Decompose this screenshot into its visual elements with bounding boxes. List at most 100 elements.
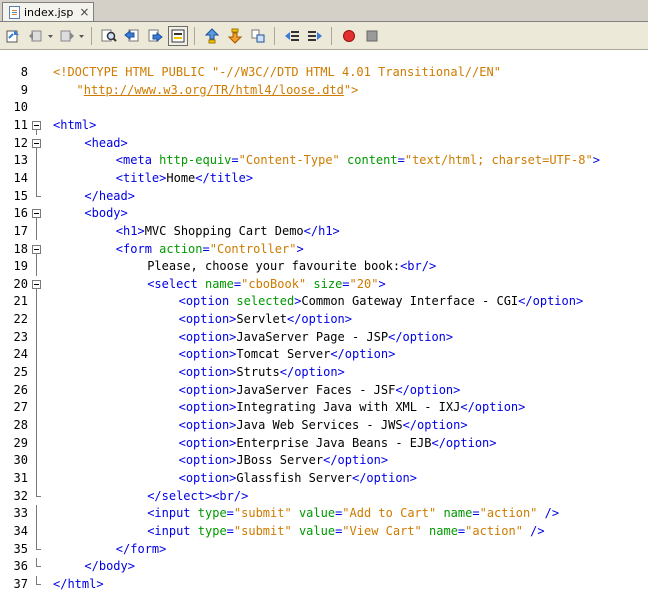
fold-guide <box>32 399 41 417</box>
syntax-token-attr: content <box>347 153 398 168</box>
syntax-token-val: "cboBook" <box>241 276 307 291</box>
syntax-token-attr: value <box>298 523 336 538</box>
syntax-token-tag: <br/> <box>400 259 437 274</box>
code-line: 22 <option>Servlet</option> <box>0 311 648 329</box>
start-macro-icon[interactable] <box>339 26 359 46</box>
syntax-token-tag: <option <box>178 294 237 309</box>
find-next-icon[interactable] <box>145 26 165 46</box>
line-number: 20 <box>13 276 28 291</box>
line-number: 32 <box>13 488 28 503</box>
line-number: 33 <box>13 506 28 521</box>
code-text: <option>Enterprise Java Beans - EJB</opt… <box>179 435 497 453</box>
shift-right-icon[interactable] <box>305 26 325 46</box>
fold-guide <box>32 152 41 170</box>
syntax-token-tag: <option> <box>178 435 237 450</box>
code-text: <h1>MVC Shopping Cart Demo</h1> <box>116 223 340 241</box>
code-line: 10 <box>0 99 648 117</box>
line-number: 19 <box>13 259 28 274</box>
syntax-token-tag: <h1> <box>115 223 145 238</box>
code-line: 15 </head> <box>0 187 648 206</box>
syntax-token-tag: <head> <box>84 135 128 150</box>
line-number: 8 <box>20 65 28 79</box>
code-text: <head> <box>84 135 127 153</box>
code-text: <select name="cboBook" size="20"> <box>147 276 385 294</box>
line-number: 17 <box>13 223 28 238</box>
line-number: 27 <box>13 400 28 415</box>
find-previous-icon[interactable] <box>122 26 142 46</box>
syntax-token-val: "20" <box>349 276 379 291</box>
fold-guide <box>32 505 41 523</box>
toggle-bookmark-icon[interactable] <box>248 26 268 46</box>
syntax-token-val: "submit" <box>233 506 292 521</box>
syntax-token-txt: JavaServer Page - JSP <box>236 329 389 344</box>
line-number: 9 <box>20 82 28 97</box>
fold-guide <box>32 328 41 347</box>
last-edit-icon[interactable] <box>3 26 23 46</box>
next-bookmark-icon[interactable] <box>225 26 245 46</box>
toggle-highlight-icon[interactable] <box>168 25 188 46</box>
back-dropdown-icon[interactable] <box>46 26 54 46</box>
code-line: 14 <title>Home</title> <box>0 169 648 188</box>
code-text: <body> <box>84 205 127 223</box>
syntax-token-tag <box>340 153 347 167</box>
code-line: 31 <option>Glassfish Server</option> <box>0 469 648 488</box>
fold-collapse-icon[interactable] <box>32 276 41 294</box>
syntax-token-tag: <input <box>147 523 198 538</box>
syntax-token-tag: <option> <box>178 382 237 397</box>
previous-bookmark-icon[interactable] <box>202 26 222 46</box>
syntax-token-tag: </option> <box>431 435 497 450</box>
code-text: <html> <box>53 117 96 135</box>
fold-guide <box>32 434 41 453</box>
find-icon[interactable] <box>99 26 119 46</box>
fold-guide <box>32 346 41 365</box>
fold-collapse-icon[interactable] <box>32 135 41 153</box>
syntax-token-val: "Content-Type" <box>238 153 340 168</box>
syntax-token-tag: <option> <box>178 470 237 485</box>
syntax-token-txt: JavaServer Faces - JSF <box>236 382 396 397</box>
syntax-token-val: "action" <box>465 523 523 538</box>
code-editor[interactable]: 8 <!DOCTYPE HTML PUBLIC "-//W3C//DTD HTML… <box>0 62 648 591</box>
shift-left-icon[interactable] <box>282 26 302 46</box>
line-number: 35 <box>13 541 28 556</box>
code-line: 33 <input type="submit" value="Add to Car… <box>0 505 648 523</box>
syntax-token-val: "View Cart" <box>342 523 422 538</box>
toolbar-separator <box>194 26 195 45</box>
syntax-token-tag <box>422 524 429 538</box>
syntax-token-tag: > <box>296 241 304 256</box>
syntax-token-tag: <option> <box>178 312 237 327</box>
forward-icon[interactable] <box>57 26 77 46</box>
stop-macro-icon[interactable] <box>362 26 382 46</box>
syntax-token-txt: Java Web Services - JWS <box>236 418 403 432</box>
close-tab-icon[interactable]: × <box>79 6 89 18</box>
code-text: <option>Tomcat Server</option> <box>179 346 396 364</box>
syntax-token-tag: <body> <box>84 206 128 221</box>
tab-index-jsp[interactable]: index.jsp × <box>2 2 94 21</box>
syntax-token-tag <box>292 524 299 538</box>
syntax-token-url[interactable]: http://www.w3.org/TR/html4/loose.dtd <box>84 83 344 97</box>
syntax-token-tag: = <box>226 506 234 521</box>
back-icon[interactable] <box>26 26 46 46</box>
syntax-token-tag: /> <box>522 523 545 538</box>
syntax-token-tag: > <box>592 153 600 168</box>
fold-collapse-icon[interactable] <box>32 117 41 135</box>
syntax-token-val: "text/html; charset=UTF-8" <box>404 153 593 168</box>
syntax-token-tag: </option> <box>279 365 345 380</box>
syntax-token-tag: </body> <box>84 559 135 574</box>
jsp-file-icon <box>9 5 20 19</box>
syntax-token-tag: /> <box>537 506 560 521</box>
syntax-token-val: "submit" <box>233 523 292 538</box>
syntax-token-attr: name <box>429 523 458 538</box>
code-text: </head> <box>84 188 135 206</box>
code-line: 27 <option>Integrating Java with XML - IX… <box>0 399 648 417</box>
syntax-token-val: "Add to Cart" <box>342 506 437 521</box>
syntax-token-txt: Common Gateway Interface - CGI <box>301 294 519 309</box>
syntax-token-tag: = <box>397 153 405 168</box>
line-number: 34 <box>13 523 28 538</box>
syntax-token-tag: </title> <box>195 170 254 185</box>
code-text: <title>Home</title> <box>116 170 253 188</box>
syntax-token-tag: = <box>231 153 239 168</box>
syntax-token-attr: type <box>197 523 227 538</box>
fold-collapse-icon[interactable] <box>32 205 41 224</box>
forward-dropdown-icon[interactable] <box>77 26 85 46</box>
fold-collapse-icon[interactable] <box>32 241 41 259</box>
